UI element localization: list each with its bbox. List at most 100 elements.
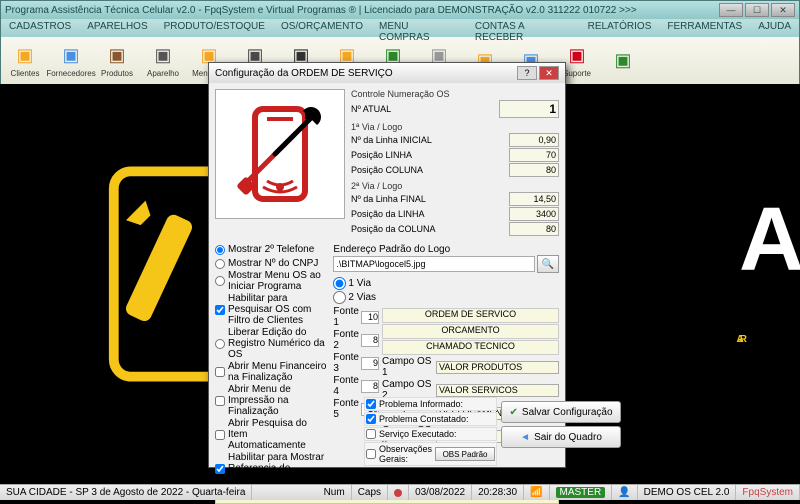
pos-col1-input[interactable] xyxy=(509,163,559,177)
fonte-label: Fonte 4 xyxy=(333,375,359,397)
opt-2[interactable] xyxy=(215,276,225,286)
dialog-titlebar: Configuração da ORDEM DE SERVIÇO ? ✕ xyxy=(209,63,565,83)
opt-5-label: Abrir Menu Financeiro na Finalização xyxy=(228,361,327,383)
fonte-label: Fonte 3 xyxy=(333,352,359,374)
via-a-label: 1 Via xyxy=(348,278,371,289)
opt-7[interactable] xyxy=(215,430,225,440)
status-time: 20:28:30 xyxy=(472,485,524,500)
linha-ini-input[interactable] xyxy=(509,133,559,147)
opt-6[interactable] xyxy=(215,396,225,406)
radio-1via[interactable] xyxy=(333,277,346,290)
pos-col2-label: Posição da COLUNA xyxy=(351,224,509,234)
status-caps: Caps xyxy=(352,485,388,500)
fonte-label: Fonte 5 xyxy=(333,398,359,420)
section-orcamento[interactable]: ORCAMENTO xyxy=(382,324,559,339)
menu-os/orçamento[interactable]: OS/ORÇAMENTO xyxy=(273,19,371,37)
minimize-button[interactable]: — xyxy=(719,3,743,17)
toolbar-clientes[interactable]: ▣Clientes xyxy=(3,39,47,82)
campo-input[interactable] xyxy=(436,361,559,374)
opt-3-label: Habilitar para Pesquisar OS com Filtro d… xyxy=(228,293,327,326)
via1-label: 1ª Via / Logo xyxy=(351,122,559,132)
opt-7-label: Abrir Pesquisa do Item Automaticamente xyxy=(228,418,327,451)
logo-path-input[interactable] xyxy=(333,256,535,272)
menu-ajuda[interactable]: AJUDA xyxy=(750,19,799,37)
section-ordem-de-servico[interactable]: ORDEM DE SERVICO xyxy=(382,308,559,323)
menu-aparelhos[interactable]: APARELHOS xyxy=(79,19,155,37)
pos-linha1-label: Posição LINHA xyxy=(351,150,509,160)
status-location: SUA CIDADE - SP 3 de Agosto de 2022 - Qu… xyxy=(0,485,252,500)
close-button[interactable]: ✕ xyxy=(771,3,795,17)
menu-produto/estoque[interactable]: PRODUTO/ESTOQUE xyxy=(156,19,273,37)
toolbar-aparelho[interactable]: ▣Aparelho xyxy=(141,39,185,82)
fonte-label: Fonte 2 xyxy=(333,329,359,351)
fonte-label: Fonte 1 xyxy=(333,306,359,328)
opt-5[interactable] xyxy=(215,367,225,377)
browse-button[interactable]: 🔍 xyxy=(537,255,559,273)
pos-linha2-input[interactable] xyxy=(509,207,559,221)
opt-2-label: Mostrar Menu OS ao Iniciar Programa xyxy=(228,270,327,292)
config-dialog: Configuração da ORDEM DE SERVIÇO ? ✕ Con… xyxy=(208,62,566,468)
fonte-input[interactable] xyxy=(361,311,379,324)
menu-ferramentas[interactable]: FERRAMENTAS xyxy=(659,19,750,37)
opt-4-label: Liberar Edição do Registro Numérico da O… xyxy=(228,327,327,360)
opt-3[interactable] xyxy=(215,305,225,315)
status-demo: DEMO OS CEL 2.0 xyxy=(638,485,737,500)
natual-label: Nº ATUAL xyxy=(351,104,499,114)
check-3-label: Observações Gerais: xyxy=(379,444,432,464)
dialog-close-button[interactable]: ✕ xyxy=(539,66,559,80)
exit-button[interactable]: ◄Sair do Quadro xyxy=(501,426,621,448)
via-b-label: 2 Vias xyxy=(348,292,376,303)
pos-col2-input[interactable] xyxy=(509,222,559,236)
opt-1-label: Mostrar Nº do CNPJ xyxy=(228,258,318,269)
linha-ini-label: Nº da Linha INICIAL xyxy=(351,135,509,145)
menu-relatórios[interactable]: RELATÓRIOS xyxy=(580,19,660,37)
menu-menu compras[interactable]: MENU COMPRAS xyxy=(371,19,467,37)
check-2[interactable] xyxy=(366,429,376,439)
via2-label: 2ª Via / Logo xyxy=(351,181,559,191)
maximize-button[interactable]: ☐ xyxy=(745,3,769,17)
check-1-label: Problema Constatado: xyxy=(379,414,495,424)
pos-linha1-input[interactable] xyxy=(509,148,559,162)
dialog-help-button[interactable]: ? xyxy=(517,66,537,80)
check-0-label: Problema Informado: xyxy=(379,399,495,409)
linha-fim-input[interactable] xyxy=(509,192,559,206)
check-2-label: Serviço Executado: xyxy=(379,429,495,439)
fonte-input[interactable] xyxy=(361,334,379,347)
menubar: CADASTROSAPARELHOSPRODUTO/ESTOQUEOS/ORÇA… xyxy=(1,19,799,37)
titlebar: Programa Assistência Técnica Celular v2.… xyxy=(1,1,799,19)
obs-padrao-button[interactable]: OBS Padrão xyxy=(435,447,495,461)
opt-4[interactable] xyxy=(215,339,225,349)
linha-fim-label: Nº da Linha FINAL xyxy=(351,194,509,204)
toolbar-produtos[interactable]: ▣Produtos xyxy=(95,39,139,82)
menu-cadastros[interactable]: CADASTROS xyxy=(1,19,79,37)
opt-8-label: Habilitar para Mostrar Referencia do Pro… xyxy=(228,452,327,485)
fonte-input[interactable] xyxy=(361,357,379,370)
save-button[interactable]: ✔Salvar Configuração xyxy=(501,401,621,423)
radio-2vias[interactable] xyxy=(333,291,346,304)
menu-contas a receber[interactable]: CONTAS A RECEBER xyxy=(467,19,580,37)
opt-8[interactable] xyxy=(215,464,225,474)
controle-label: Controle Numeração OS xyxy=(351,89,559,99)
exit-label: Sair do Quadro xyxy=(534,432,602,443)
status-num: Num xyxy=(318,485,352,500)
radio-0-label: Mostrar 2º Telefone xyxy=(228,244,314,255)
check-3[interactable] xyxy=(366,449,376,459)
dialog-title: Configuração da ORDEM DE SERVIÇO xyxy=(215,68,393,79)
pos-col1-label: Posição COLUNA xyxy=(351,165,509,175)
status-master: MASTER xyxy=(556,487,606,498)
opt-1[interactable] xyxy=(215,259,225,269)
pos-linha2-label: Posição da LINHA xyxy=(351,209,509,219)
toolbar-fornecedores[interactable]: ▣Fornecedores xyxy=(49,39,93,82)
status-date: 03/08/2022 xyxy=(409,485,472,500)
check-1[interactable] xyxy=(366,414,376,424)
logo-preview xyxy=(215,89,345,219)
radio-mostrar-tel[interactable] xyxy=(215,245,225,255)
natual-input[interactable] xyxy=(499,100,559,118)
campo-label: Campo OS 1 xyxy=(382,356,434,378)
opt-6-label: Abrir Menu de Impressão na Finalização xyxy=(228,384,327,417)
section-chamado-tecnico[interactable]: CHAMADO TECNICO xyxy=(382,340,559,355)
status-dot-icon xyxy=(394,489,402,497)
fonte-input[interactable] xyxy=(361,380,379,393)
toolbar-button[interactable]: ▣ xyxy=(601,39,645,82)
check-0[interactable] xyxy=(366,399,376,409)
